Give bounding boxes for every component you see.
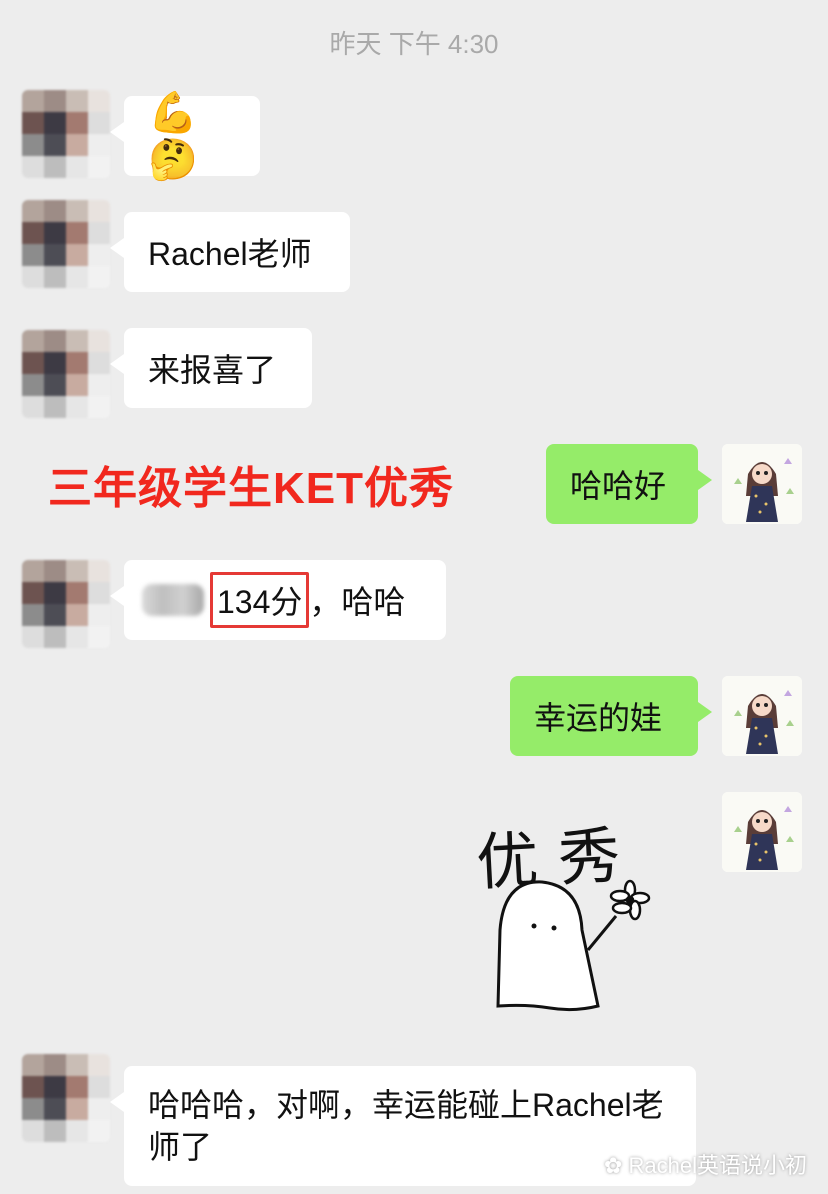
message-text: 哈哈好 (570, 468, 667, 504)
contact-avatar[interactable] (22, 1054, 110, 1142)
my-avatar[interactable] (722, 444, 802, 524)
message-text: 哈哈哈，对啊，幸运能碰上Rachel老师了 (148, 1087, 664, 1165)
message-bubble[interactable]: 来报喜了 (110, 328, 312, 408)
contact-avatar[interactable] (22, 90, 110, 178)
sticker-excellent[interactable]: 优秀 (470, 800, 670, 1020)
girl-cartoon-icon (722, 444, 802, 524)
watermark-text: Rachel英语说小初 (628, 1153, 808, 1178)
message-bubble[interactable]: Rachel老师 (110, 212, 350, 292)
contact-avatar[interactable] (22, 330, 110, 418)
message-bubble[interactable]: 💪🤔 (110, 91, 260, 182)
score-highlight: 134分 (210, 572, 310, 628)
blurred-name (142, 584, 204, 616)
girl-cartoon-icon (722, 676, 802, 756)
wechat-logo-icon: ✿ (604, 1153, 629, 1178)
my-avatar[interactable] (722, 676, 802, 756)
contact-avatar[interactable] (22, 200, 110, 288)
chat-timestamp: 昨天 下午 4:30 (329, 29, 499, 59)
message-text: Rachel老师 (148, 236, 312, 272)
message-bubble[interactable]: 哈哈好 (546, 444, 712, 524)
ghost-with-flower-icon (496, 879, 651, 1012)
my-avatar[interactable] (722, 792, 802, 872)
watermark: ✿ Rachel英语说小初 (604, 1148, 807, 1180)
message-text: 幸运的娃 (534, 700, 663, 736)
emoji-text: 💪🤔 (148, 91, 198, 182)
message-text: ，哈哈 (309, 584, 406, 620)
contact-avatar[interactable] (22, 560, 110, 648)
message-bubble[interactable]: 134分 ，哈哈 (110, 560, 446, 640)
message-text: 来报喜了 (148, 352, 277, 388)
girl-cartoon-icon (722, 792, 802, 872)
red-caption: 三年级学生KET优秀 (48, 464, 454, 513)
message-bubble[interactable]: 幸运的娃 (510, 676, 712, 756)
